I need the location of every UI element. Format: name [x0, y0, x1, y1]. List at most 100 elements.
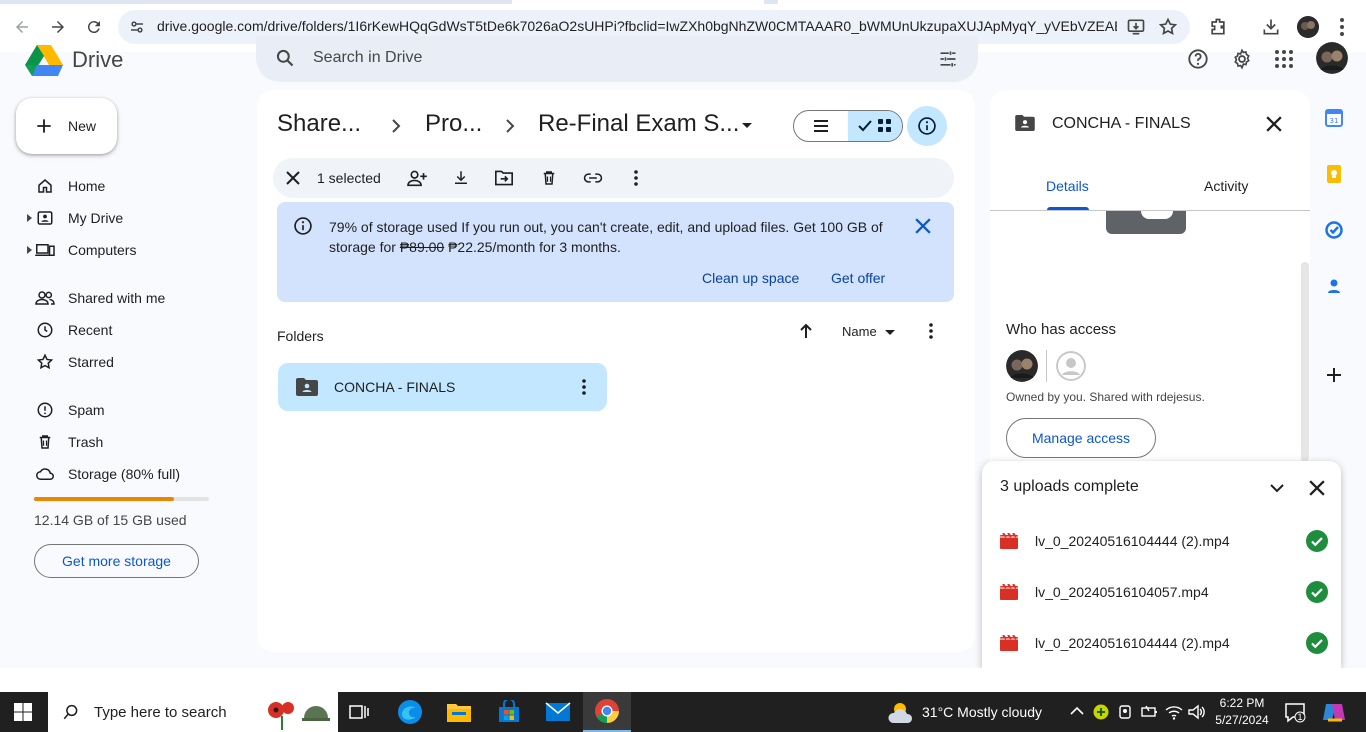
account-avatar[interactable] — [1316, 42, 1348, 74]
chrome-browser-icon[interactable] — [583, 692, 631, 732]
share-add-person-icon[interactable] — [405, 166, 429, 190]
sort-dropdown-icon[interactable] — [884, 329, 896, 337]
sidebar-item-my-drive[interactable]: My Drive — [0, 202, 240, 234]
reload-icon[interactable] — [80, 13, 108, 41]
weather-cloudy-icon[interactable] — [887, 699, 915, 725]
move-folder-icon[interactable] — [492, 166, 516, 190]
search-input[interactable]: Search in Drive — [313, 49, 422, 67]
bookmark-star-icon[interactable] — [1158, 17, 1178, 37]
upload-file-name[interactable]: lv_0_20240516104057.mp4 — [1035, 584, 1209, 600]
dismiss-banner-close-icon[interactable] — [915, 218, 931, 234]
banner-message: 79% of storage used If you run out, you … — [329, 217, 909, 257]
drive-logo-icon[interactable] — [25, 44, 63, 76]
list-view-button[interactable] — [794, 111, 848, 141]
folders-more-options-icon[interactable] — [928, 323, 934, 339]
sidebar-item-computers[interactable]: Computers — [0, 234, 240, 266]
back-icon[interactable] — [8, 13, 36, 41]
url-text[interactable]: drive.google.com/drive/folders/1I6rKewHQ… — [157, 18, 1117, 34]
owner-avatar[interactable] — [1006, 350, 1038, 382]
manage-access-button[interactable]: Manage access — [1006, 418, 1156, 458]
clear-selection-close-icon[interactable] — [281, 166, 305, 190]
plus-icon — [34, 116, 54, 136]
sidebar-item-label: Recent — [68, 322, 113, 338]
show-hidden-icons-chevron-icon[interactable] — [1070, 706, 1084, 716]
mail-icon[interactable] — [534, 692, 582, 732]
breadcrumb-current-folder[interactable]: Re-Final Exam S... — [538, 110, 739, 138]
folder-more-options-icon[interactable] — [581, 379, 587, 395]
upload-file-name[interactable]: lv_0_20240516104444 (2).mp4 — [1035, 635, 1230, 651]
get-offer-link[interactable]: Get offer — [831, 270, 885, 286]
sidebar-item-home[interactable]: Home — [0, 170, 240, 202]
breadcrumb-project[interactable]: Pro... — [425, 110, 482, 138]
sort-direction-arrow-icon[interactable] — [798, 322, 814, 340]
calendar-icon[interactable]: 31 — [1325, 109, 1343, 127]
get-addons-plus-icon[interactable] — [1325, 366, 1343, 384]
contacts-icon[interactable] — [1325, 277, 1343, 295]
breadcrumb-shared[interactable]: Share... — [277, 110, 361, 138]
volume-icon[interactable] — [1188, 704, 1206, 720]
edge-browser-icon[interactable] — [386, 692, 434, 732]
tray-app-icon[interactable] — [1093, 704, 1109, 720]
get-more-storage-button[interactable]: Get more storage — [34, 544, 199, 578]
close-uploads-icon[interactable] — [1309, 480, 1325, 496]
collapse-chevron-icon[interactable] — [1269, 482, 1285, 494]
site-info-icon[interactable] — [128, 18, 146, 36]
video-file-icon — [1000, 584, 1018, 600]
sidebar-item-recent[interactable]: Recent — [0, 314, 240, 346]
microsoft-store-icon[interactable] — [485, 692, 533, 732]
expand-caret-icon[interactable] — [0, 246, 34, 254]
weather-text[interactable]: 31°C Mostly cloudy — [922, 704, 1042, 720]
copilot-icon[interactable] — [1322, 701, 1346, 723]
details-scrollbar[interactable] — [1301, 262, 1309, 462]
search-icon[interactable] — [275, 48, 295, 68]
sidebar-item-storage[interactable]: Storage (80% full) — [0, 458, 240, 490]
battery-plugged-icon[interactable] — [1141, 704, 1159, 720]
sidebar-item-label: Spam — [68, 402, 105, 418]
upload-complete-check-icon — [1306, 530, 1328, 552]
wifi-icon[interactable] — [1165, 704, 1183, 720]
download-icon[interactable] — [449, 166, 473, 190]
settings-gear-icon[interactable] — [1231, 48, 1253, 70]
sort-by-name-button[interactable]: Name — [842, 324, 877, 339]
copy-link-icon[interactable] — [581, 166, 605, 190]
sidebar-item-shared-with-me[interactable]: Shared with me — [0, 282, 240, 314]
taskbar-clock[interactable]: 6:22 PM 5/27/2024 — [1210, 695, 1274, 729]
close-details-icon[interactable] — [1266, 116, 1282, 132]
new-button[interactable]: New — [16, 98, 117, 154]
clean-up-space-link[interactable]: Clean up space — [702, 270, 799, 286]
shared-user-avatar[interactable] — [1056, 351, 1086, 381]
windows-start-icon[interactable] — [14, 703, 32, 721]
tab-details[interactable]: Details — [1046, 178, 1089, 194]
help-icon[interactable] — [1187, 48, 1209, 70]
tasks-icon[interactable] — [1325, 221, 1343, 239]
install-app-icon[interactable] — [1126, 17, 1146, 37]
folder-name: CONCHA - FINALS — [334, 379, 456, 395]
profile-avatar[interactable] — [1297, 16, 1319, 38]
grid-view-button[interactable] — [848, 111, 902, 141]
banner-text: ₱22.25/month for 3 months. — [444, 239, 621, 255]
tab-activity[interactable]: Activity — [1204, 178, 1248, 194]
forward-icon[interactable] — [44, 13, 72, 41]
expand-caret-icon[interactable] — [0, 214, 34, 222]
downloads-icon[interactable] — [1261, 17, 1281, 37]
apps-grid-icon[interactable] — [1274, 49, 1294, 69]
meet-now-icon[interactable] — [1117, 704, 1133, 720]
more-actions-icon[interactable] — [624, 166, 648, 190]
app-name[interactable]: Drive — [72, 47, 123, 73]
extensions-icon[interactable] — [1208, 17, 1228, 37]
upload-file-name[interactable]: lv_0_20240516104444 (2).mp4 — [1035, 533, 1230, 549]
more-menu-icon[interactable] — [1339, 17, 1345, 37]
delete-trash-icon[interactable] — [537, 166, 561, 190]
task-view-icon[interactable] — [335, 692, 383, 732]
search-options-icon[interactable] — [938, 49, 958, 69]
cloud-icon — [34, 465, 56, 483]
sidebar-item-starred[interactable]: Starred — [0, 346, 240, 378]
folder-menu-dropdown-icon[interactable] — [741, 122, 753, 130]
search-highlight-poppy-icon[interactable] — [262, 696, 332, 730]
sidebar-item-label: Shared with me — [68, 290, 166, 306]
view-details-info-button[interactable] — [907, 106, 947, 146]
file-explorer-icon[interactable] — [435, 692, 483, 732]
sidebar-item-trash[interactable]: Trash — [0, 426, 240, 458]
keep-icon[interactable] — [1325, 165, 1343, 183]
sidebar-item-spam[interactable]: Spam — [0, 394, 240, 426]
